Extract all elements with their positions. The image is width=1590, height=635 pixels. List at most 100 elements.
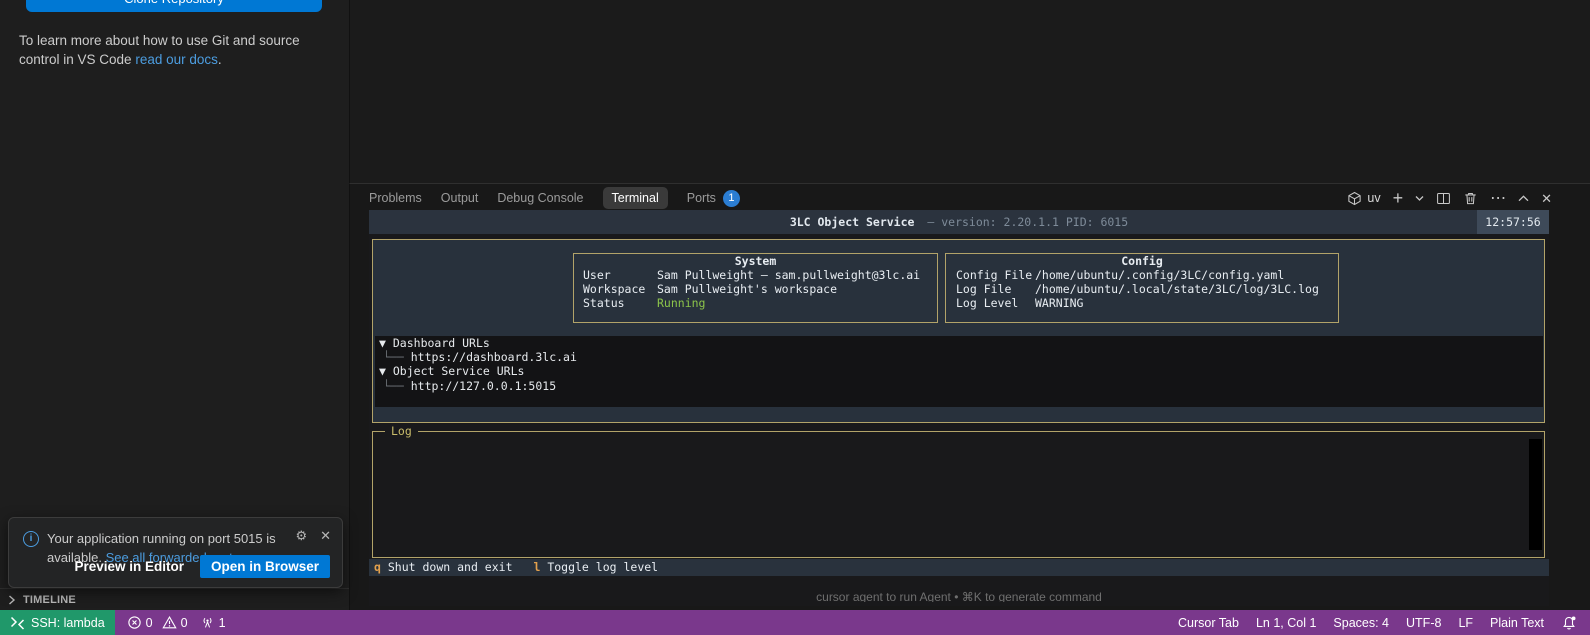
- cursor-tab-status[interactable]: Cursor Tab: [1178, 616, 1239, 630]
- notifications-bell-button[interactable]: [1561, 615, 1577, 631]
- bell-icon: [1563, 616, 1576, 629]
- forwarded-ports-count: 1: [218, 615, 226, 630]
- tab-ports[interactable]: Ports 1: [686, 189, 740, 207]
- chevron-up-icon: [1518, 194, 1529, 201]
- cursor-agent-hint: cursor agent to run Agent • ⌘K to genera…: [816, 590, 1102, 602]
- system-status-value: Running: [657, 296, 706, 310]
- tree-item-dashboard-urls[interactable]: ▼ Dashboard URLs: [379, 336, 1543, 350]
- terminal-profile-dropdown-button[interactable]: [1415, 195, 1424, 202]
- tree-connector: └──: [383, 350, 404, 365]
- object-service-url[interactable]: http://127.0.0.1:5015: [411, 379, 556, 393]
- tui-app-title: 3LC Object Service: [789, 215, 915, 229]
- timeline-label: TIMELINE: [23, 593, 76, 606]
- hotkey-bar: q Shut down and exit l Toggle log level: [369, 559, 1549, 576]
- tree-item-object-service-url-link[interactable]: └── http://127.0.0.1:5015: [379, 379, 1543, 393]
- system-workspace-value: Sam Pullweight's workspace: [657, 282, 838, 296]
- system-row-label: Workspace: [583, 282, 646, 296]
- errors-warnings-indicator[interactable]: 0 0: [121, 615, 194, 630]
- terminal-profile-name: uv: [1367, 191, 1381, 205]
- log-scrollbar[interactable]: [1529, 439, 1542, 550]
- tui-header-bar: 3LC Object Service — version: 2.20.1.1 P…: [369, 210, 1549, 234]
- url-tree: ▼ Dashboard URLs └── https://dashboard.3…: [375, 336, 1543, 407]
- cursor-position-status[interactable]: Ln 1, Col 1: [1256, 616, 1316, 630]
- hotkey-l: l: [533, 560, 541, 574]
- tab-terminal[interactable]: Terminal: [602, 187, 668, 209]
- editor-empty-area: [349, 0, 1590, 183]
- tree-item-dashboard-url-link[interactable]: └── https://dashboard.3lc.ai: [379, 350, 1543, 364]
- remote-name: SSH: lambda: [31, 615, 105, 630]
- tab-problems[interactable]: Problems: [369, 191, 422, 205]
- close-panel-button[interactable]: ✕: [1541, 191, 1552, 206]
- warning-icon: [161, 615, 177, 629]
- config-row-label: Config File: [956, 268, 1033, 282]
- git-help-text: To learn more about how to use Git and s…: [19, 31, 327, 70]
- config-file-value: /home/ubuntu/.config/3LC/config.yaml: [1035, 268, 1285, 282]
- chevron-right-icon: [9, 594, 16, 605]
- error-count: 0: [145, 615, 153, 630]
- encoding-status[interactable]: UTF-8: [1406, 616, 1441, 630]
- maximize-panel-button[interactable]: [1518, 194, 1529, 202]
- tui-app-background: System User Sam Pullweight — sam.pullweig…: [369, 234, 1549, 606]
- tab-debug-console[interactable]: Debug Console: [497, 191, 583, 205]
- system-row-label: Status: [583, 296, 625, 310]
- open-in-browser-button[interactable]: Open in Browser: [199, 555, 330, 578]
- new-terminal-button[interactable]: +: [1393, 189, 1404, 207]
- ports-count-badge: 1: [722, 189, 740, 207]
- config-panel-title: Config: [1121, 254, 1163, 268]
- log-panel: Log: [372, 424, 1545, 558]
- system-user-value: Sam Pullweight — sam.pullweight@3lc.ai: [657, 268, 921, 282]
- hotkey-q: q: [374, 560, 381, 574]
- notification-toast: i Your application running on port 5015 …: [8, 517, 343, 588]
- panel-tab-bar: Problems Output Debug Console Terminal P…: [350, 184, 1590, 212]
- ports-tab-label: Ports: [686, 191, 716, 205]
- clone-repository-button[interactable]: Clone Repository: [26, 0, 322, 12]
- trash-icon: [1465, 192, 1476, 204]
- tui-version-info: — version: 2.20.1.1 PID: 6015: [927, 215, 1129, 229]
- tui-main-box: System User Sam Pullweight — sam.pullweig…: [372, 239, 1545, 423]
- hotkey-q-label: Shut down and exit: [387, 560, 513, 574]
- more-actions-button[interactable]: ⋯: [1490, 190, 1506, 206]
- uv-cube-icon: [1348, 191, 1362, 205]
- tree-item-object-service-urls[interactable]: ▼ Object Service URLs: [379, 364, 1543, 378]
- split-terminal-button[interactable]: [1436, 191, 1451, 206]
- split-terminal-icon: [1437, 192, 1451, 204]
- forwarded-ports-indicator[interactable]: 1: [194, 615, 232, 630]
- gear-icon[interactable]: ⚙: [295, 528, 307, 544]
- chevron-down-icon: [1415, 195, 1424, 201]
- status-bar: SSH: lambda 0 0 1 Cursor Tab Ln 1, Col 1…: [0, 610, 1590, 635]
- read-our-docs-link[interactable]: read our docs: [135, 52, 218, 67]
- tree-item-label: Object Service URLs: [392, 364, 525, 379]
- bottom-panel: Problems Output Debug Console Terminal P…: [349, 183, 1590, 610]
- config-row-label: Log Level: [956, 296, 1019, 310]
- config-row-label: Log File: [956, 282, 1012, 296]
- remote-icon: [10, 616, 25, 630]
- tree-connector: └──: [383, 378, 404, 393]
- log-panel-title: Log: [385, 424, 418, 438]
- dashboard-url[interactable]: https://dashboard.3lc.ai: [411, 350, 577, 364]
- system-panel-title: System: [734, 254, 777, 268]
- eol-status[interactable]: LF: [1458, 616, 1473, 630]
- tab-output[interactable]: Output: [441, 191, 479, 205]
- log-file-value: /home/ubuntu/.local/state/3LC/log/3LC.lo…: [1035, 282, 1319, 296]
- tui-clock: 12:57:56: [1477, 210, 1549, 234]
- tree-item-label: Dashboard URLs: [392, 336, 490, 350]
- radio-tower-icon: [203, 617, 212, 628]
- system-panel: System User Sam Pullweight — sam.pullweig…: [573, 253, 938, 323]
- hotkey-l-label: Toggle log level: [547, 560, 659, 574]
- terminal-profile-item[interactable]: uv: [1347, 191, 1381, 206]
- info-icon: i: [23, 531, 39, 547]
- git-help-period: .: [217, 52, 222, 67]
- close-icon[interactable]: ✕: [320, 528, 331, 544]
- kill-terminal-button[interactable]: [1463, 191, 1478, 206]
- system-row-label: User: [583, 268, 611, 282]
- tree-expand-arrow-icon: ▼: [379, 336, 386, 350]
- remote-indicator[interactable]: SSH: lambda: [0, 610, 115, 635]
- language-mode-status[interactable]: Plain Text: [1490, 616, 1544, 630]
- indentation-status[interactable]: Spaces: 4: [1333, 616, 1389, 630]
- tree-expand-arrow-icon: ▼: [379, 364, 386, 379]
- error-icon: [127, 616, 141, 629]
- timeline-section-header[interactable]: TIMELINE: [0, 588, 349, 610]
- log-level-value: WARNING: [1035, 296, 1084, 310]
- warning-count: 0: [180, 615, 188, 630]
- preview-in-editor-button[interactable]: Preview in Editor: [72, 556, 186, 577]
